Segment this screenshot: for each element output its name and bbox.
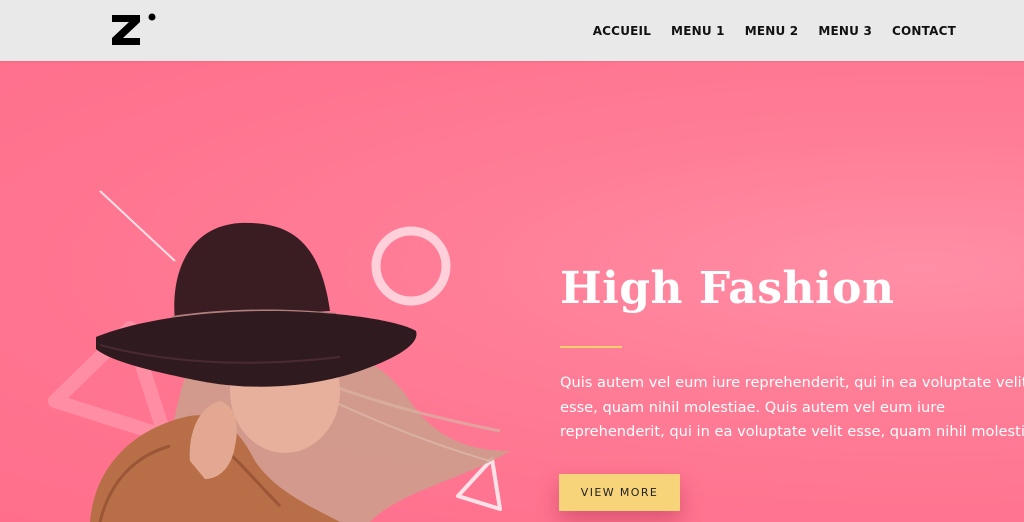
- fashion-model-photo: [90, 222, 510, 522]
- hero-description-line: esse, quam nihil molestiae. Quis autem v…: [560, 398, 945, 416]
- z-dot-logo-icon[interactable]: [110, 12, 160, 48]
- hero-title: High Fashion: [560, 263, 895, 314]
- hero-description-line: Quis autem vel eum iure reprehenderit, q…: [560, 374, 1024, 391]
- nav-item-menu-2[interactable]: MENU 2: [745, 24, 799, 38]
- nav-item-contact[interactable]: CONTACT: [892, 24, 956, 38]
- site-header: ACCUEIL MENU 1 MENU 2 MENU 3 CONTACT: [0, 0, 1024, 61]
- hero-section: High Fashion Quis autem vel eum iure rep…: [0, 61, 1024, 522]
- title-divider: [560, 346, 622, 348]
- hero-description: Quis autem vel eum iure reprehenderit, q…: [560, 371, 1024, 445]
- nav-item-accueil[interactable]: ACCUEIL: [593, 24, 651, 38]
- nav-item-menu-1[interactable]: MENU 1: [671, 24, 725, 38]
- nav-item-menu-3[interactable]: MENU 3: [818, 24, 872, 38]
- view-more-button[interactable]: VIEW MORE: [559, 474, 680, 511]
- main-nav: ACCUEIL MENU 1 MENU 2 MENU 3 CONTACT: [593, 0, 956, 61]
- hero-description-line: reprehenderit, qui in ea voluptate velit…: [560, 423, 1024, 440]
